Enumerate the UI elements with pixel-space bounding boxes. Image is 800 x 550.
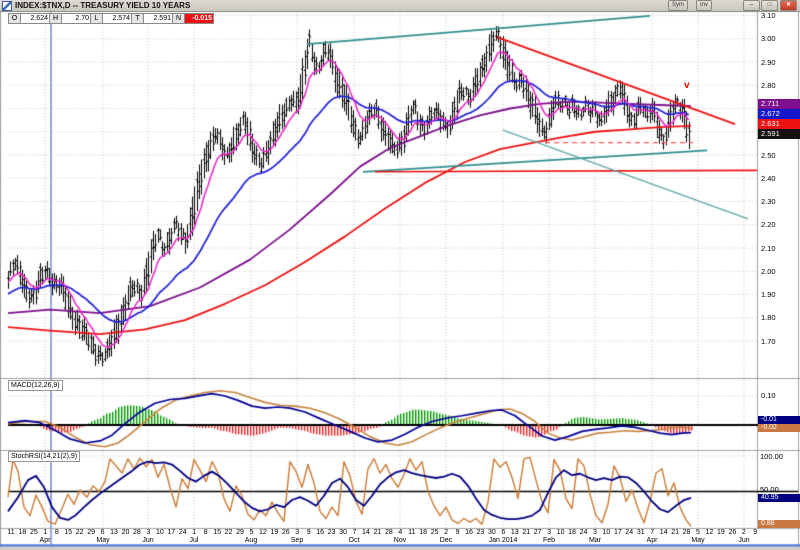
price-axis-label: 1.70 — [761, 336, 776, 346]
stochrsi-panel-label: StochRSI(14,21(2),9) — [8, 451, 81, 462]
price-axis-label: 2.50 — [761, 150, 776, 160]
price-axis-label: 2.00 — [761, 266, 776, 276]
x-axis-month-label: Jun — [142, 537, 154, 544]
stochrsi-tag-smoothed: 40.95 — [758, 494, 800, 502]
window-title: INDEX:$TNX,D -- TREASURY YIELD 10 YEARS — [15, 1, 191, 10]
open-value: 2.624 — [20, 13, 50, 24]
high-value: 2.70 — [61, 13, 91, 24]
price-axis-label: 3.00 — [761, 34, 776, 44]
x-axis-month-label: Oct — [348, 537, 360, 544]
net-change-value: -0.015 — [184, 13, 214, 24]
stochrsi-tag-fast: 0.88 — [758, 520, 800, 528]
elliott-wave-label: v — [684, 80, 690, 91]
x-axis-month-label: Feb — [542, 537, 556, 544]
price-axis-label: 2.80 — [761, 80, 776, 90]
inv-button[interactable]: Inv — [695, 0, 712, 11]
price-axis-label: 3.10 — [761, 11, 776, 20]
window-titlebar[interactable]: INDEX:$TNX,D -- TREASURY YIELD 10 YEARS … — [0, 0, 800, 12]
price-tag-blue-ma: 2.672 — [758, 109, 800, 119]
x-axis-month-label: May — [96, 537, 110, 544]
price-axis-label: 2.30 — [761, 197, 776, 206]
x-axis-month-label: Mar — [588, 537, 602, 544]
x-axis-month-label: Apr — [39, 537, 51, 544]
x-axis-month-label: Apr — [646, 537, 658, 544]
x-axis-month-label: Dec — [439, 537, 453, 544]
macd-axis-label: 0.10 — [761, 391, 776, 400]
price-axis-label: 2.90 — [761, 57, 776, 67]
price-axis-label: 2.20 — [761, 220, 776, 230]
x-axis-month-label: Aug — [244, 537, 258, 544]
x-axis-month-label: Nov — [393, 537, 407, 544]
price-chart-canvas[interactable] — [0, 0, 800, 550]
x-axis-month-label: Sep — [290, 537, 304, 544]
stochrsi-axis-50: 50.00 — [760, 485, 779, 494]
macd-tag-signal: -0.02 — [758, 424, 800, 432]
x-axis-month-label: Jul — [189, 537, 199, 544]
close-icon[interactable]: ✕ — [780, 0, 797, 11]
price-axis-label: 1.90 — [761, 290, 776, 299]
price-axis-label: 1.80 — [761, 313, 776, 323]
ohlc-readout: O 2.624 H 2.70 L 2.574 T 2.591 N -0.015 — [8, 13, 214, 24]
price-tag-purple-ma: 2.711 — [758, 99, 800, 109]
macd-tag-line: -0.01 — [758, 416, 800, 424]
last-value: 2.591 — [143, 13, 173, 24]
sym-button[interactable]: Sym — [668, 0, 688, 11]
price-axis-label: 2.10 — [761, 243, 776, 253]
low-value: 2.574 — [102, 13, 132, 24]
chart-window-icon — [2, 0, 12, 11]
minimize-icon[interactable]: – — [743, 0, 760, 11]
x-axis-month-label: Jun — [738, 537, 750, 544]
price-tag-last: 2.591 — [758, 129, 800, 139]
x-axis-month-label: May — [691, 537, 705, 544]
price-tag-red-ma: 2.631 — [758, 119, 800, 129]
price-axis-label: 2.40 — [761, 173, 776, 183]
x-axis-day-label: 9 — [753, 529, 758, 536]
maximize-icon[interactable]: □ — [761, 0, 778, 11]
stochrsi-axis-100: 100.00 — [760, 452, 783, 461]
macd-panel-label: MACD(12,26,9) — [8, 380, 63, 391]
x-axis-month-label: Jan 2014 — [488, 537, 518, 544]
